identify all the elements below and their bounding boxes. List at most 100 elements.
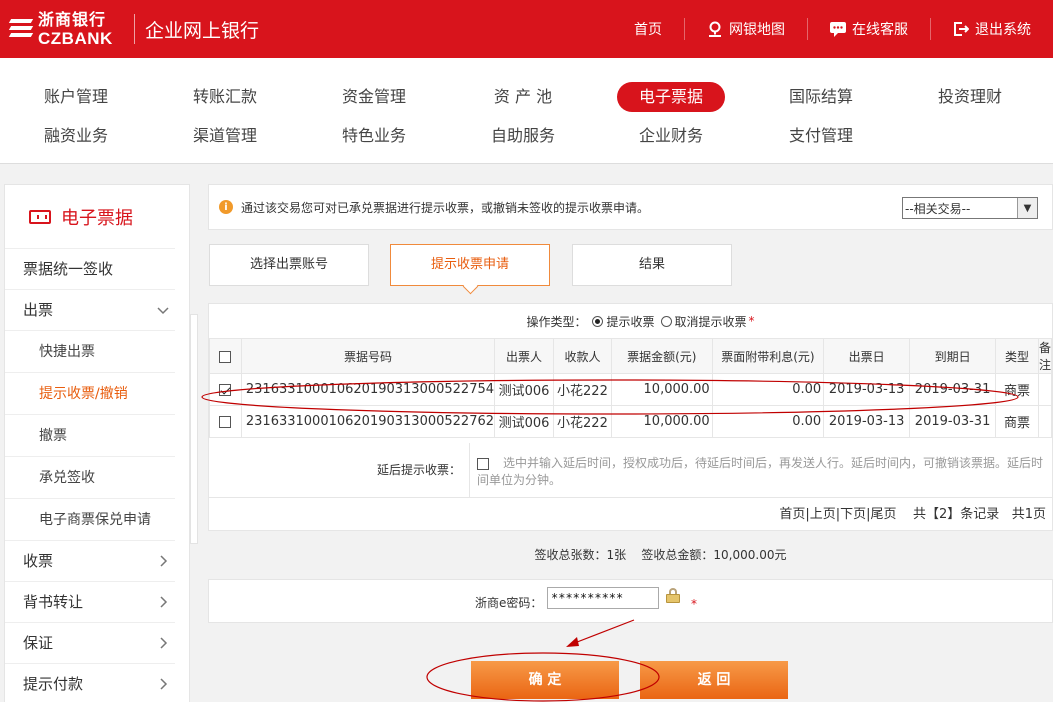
sidebar: 电子票据 票据统一签收 出票 快捷出票 提示收票/撤销 撤票 承兑签收 电子商票… [4, 184, 197, 702]
related-select-value: --相关交易-- [905, 201, 971, 216]
select-all-header [209, 338, 242, 374]
radio-cancel-prompt[interactable] [660, 315, 672, 327]
pager-pages: 共1页 [1011, 507, 1046, 522]
col-type: 类型 [995, 338, 1039, 374]
top-nav-service-label: 在线客服 [852, 22, 908, 38]
portal-title: 企业网上银行 [145, 19, 260, 42]
sidebar-item-label: 背书转让 [23, 593, 84, 611]
dropdown-arrow-icon: ▼ [1017, 198, 1037, 218]
row-select-cell [209, 405, 242, 438]
payee-cell: 小花222 [552, 405, 612, 438]
sidebar-item-label: 票据统一签收 [23, 260, 114, 278]
top-nav-logout[interactable]: 退出系统 [930, 18, 1053, 40]
menu-asset-pool[interactable]: 资 产 池 [469, 82, 577, 112]
sidebar-item-withdraw[interactable]: 撤票 [5, 415, 175, 457]
tip-text: 通过该交易您可对已承兑票据进行提示收票，或撤销未签收的提示收票申请。 [241, 200, 650, 215]
sidebar-item-guarantee[interactable]: 保证 [5, 623, 175, 664]
pager-links[interactable]: 首页|上页|下页|尾页 [779, 507, 896, 522]
sidebar-item-unified-sign[interactable]: 票据统一签收 [5, 249, 175, 290]
drawer-cell: 测试006 [494, 373, 554, 406]
menu-special[interactable]: 特色业务 [320, 121, 428, 151]
delay-prompt-text: 选中并输入延后时间，授权成功后，待延后时间后，再发送人行。延后时间内，可撤销该票… [477, 456, 1044, 487]
main-menu: 账户管理 转账汇款 资金管理 资 产 池 电子票据 国际结算 投资理财 融资业务… [0, 58, 1053, 164]
row-checkbox[interactable] [219, 383, 232, 396]
bill-no-link[interactable]: 231633100010620190313000522754 [240, 373, 496, 406]
info-icon: i [219, 200, 233, 214]
col-interest: 票面附带利息(元) [711, 338, 825, 374]
sidebar-item-guarantee-apply[interactable]: 电子商票保兑申请 [5, 499, 175, 541]
sidebar-title: 电子票据 [5, 185, 175, 249]
interest-cell: 0.00 [711, 373, 825, 406]
sidebar-item-prompt-receive[interactable]: 提示收票/撤销 [5, 373, 175, 415]
related-transactions-select[interactable]: --相关交易-- ▼ [902, 197, 1038, 219]
col-remark: 备注 [1037, 338, 1053, 374]
interest-cell: 0.00 [711, 405, 825, 438]
sidebar-item-endorse[interactable]: 背书转让 [5, 582, 175, 623]
due-date-cell: 2019-03-31 [909, 405, 997, 438]
chevron-right-icon [157, 664, 169, 702]
summary-total: 签收总金额：10,000.00元 [641, 548, 787, 562]
top-nav: 首页 网银地图 在线客服 退出系统 [612, 0, 1053, 58]
menu-ebill[interactable]: 电子票据 [617, 82, 725, 112]
menu-channel[interactable]: 渠道管理 [171, 121, 279, 151]
top-nav-service[interactable]: 在线客服 [807, 18, 930, 40]
sidebar-item-receive[interactable]: 收票 [5, 541, 175, 582]
radio-prompt-receive[interactable] [592, 315, 604, 327]
top-bar: 浙商银行 CZBANK 企业网上银行 首页 网银地图 在线客服 退出系统 [0, 0, 1053, 58]
header-divider [134, 14, 135, 44]
menu-payment[interactable]: 支付管理 [767, 121, 875, 151]
row-select-cell [209, 373, 242, 406]
col-amount: 票据金额(元) [610, 338, 713, 374]
col-bill-no: 票据号码 [240, 338, 496, 374]
chevron-down-icon [157, 290, 169, 348]
main-content: i 通过该交易您可对已承兑票据进行提示收票，或撤销未签收的提示收票申请。 --相… [208, 184, 1053, 702]
menu-account[interactable]: 账户管理 [22, 82, 130, 112]
sidebar-title-label: 电子票据 [61, 207, 133, 229]
remark-cell [1037, 373, 1053, 406]
col-due-date: 到期日 [909, 338, 997, 374]
menu-corporate-finance[interactable]: 企业财务 [617, 121, 725, 151]
bill-no-link[interactable]: 231633100010620190313000522762 [240, 405, 496, 438]
pager: 首页|上页|下页|尾页 共【2】条记录 共1页 [208, 498, 1053, 531]
select-all-checkbox[interactable] [219, 350, 232, 363]
confirm-button[interactable]: 确 定 [471, 661, 619, 699]
col-issue-date: 出票日 [823, 338, 911, 374]
top-nav-map[interactable]: 网银地图 [684, 18, 807, 40]
menu-funds[interactable]: 资金管理 [320, 82, 428, 112]
operation-type-label: 操作类型： [526, 314, 587, 329]
radio-prompt-receive-label: 提示收票 [606, 314, 655, 329]
delay-checkbox[interactable] [477, 457, 489, 470]
sidebar-item-issue[interactable]: 出票 [5, 290, 175, 331]
top-nav-home[interactable]: 首页 [612, 18, 684, 40]
password-panel: 浙商e密码： ********** * [208, 579, 1053, 623]
table-header-row: 票据号码 出票人 收款人 票据金额(元) 票面附带利息(元) 出票日 到期日 类… [209, 338, 1053, 374]
lock-icon[interactable] [666, 588, 680, 603]
delay-prompt-row: 延后提示收票： 选中并输入延后时间，授权成功后，待延后时间后，再发送人行。延后时… [208, 443, 1053, 498]
table-row[interactable]: 231633100010620190313000522754 测试006 小花2… [209, 373, 1053, 406]
table-row[interactable]: 231633100010620190313000522762 测试006 小花2… [209, 405, 1053, 438]
amount-cell: 10,000.00 [610, 373, 713, 406]
sidebar-item-quick-issue[interactable]: 快捷出票 [5, 331, 175, 373]
sidebar-item-label: 保证 [23, 634, 54, 652]
czbank-logo[interactable]: 浙商银行 CZBANK [0, 11, 128, 48]
pager-records: 共【2】条记录 [913, 507, 1000, 522]
menu-investment[interactable]: 投资理财 [916, 82, 1024, 112]
sidebar-item-label: 收票 [23, 552, 54, 570]
menu-self-service[interactable]: 自助服务 [469, 121, 577, 151]
menu-financing[interactable]: 融资业务 [22, 121, 130, 151]
sidebar-item-label: 出票 [23, 301, 54, 319]
sidebar-item-prompt-pay[interactable]: 提示付款 [5, 664, 175, 702]
sidebar-scrollbar[interactable] [190, 314, 198, 544]
bank-name-en: CZBANK [38, 28, 113, 48]
payee-cell: 小花222 [552, 373, 612, 406]
menu-intl-settlement[interactable]: 国际结算 [767, 82, 875, 112]
row-checkbox[interactable] [219, 415, 232, 428]
back-button[interactable]: 返 回 [640, 661, 788, 699]
password-input[interactable]: ********** [547, 587, 659, 609]
radio-cancel-prompt-label: 取消提示收票 [674, 314, 747, 329]
required-mark: * [748, 314, 755, 328]
drawer-cell: 测试006 [494, 405, 554, 438]
menu-transfer[interactable]: 转账汇款 [171, 82, 279, 112]
sidebar-item-accept-sign[interactable]: 承兑签收 [5, 457, 175, 499]
step-result: 结果 [572, 244, 732, 286]
